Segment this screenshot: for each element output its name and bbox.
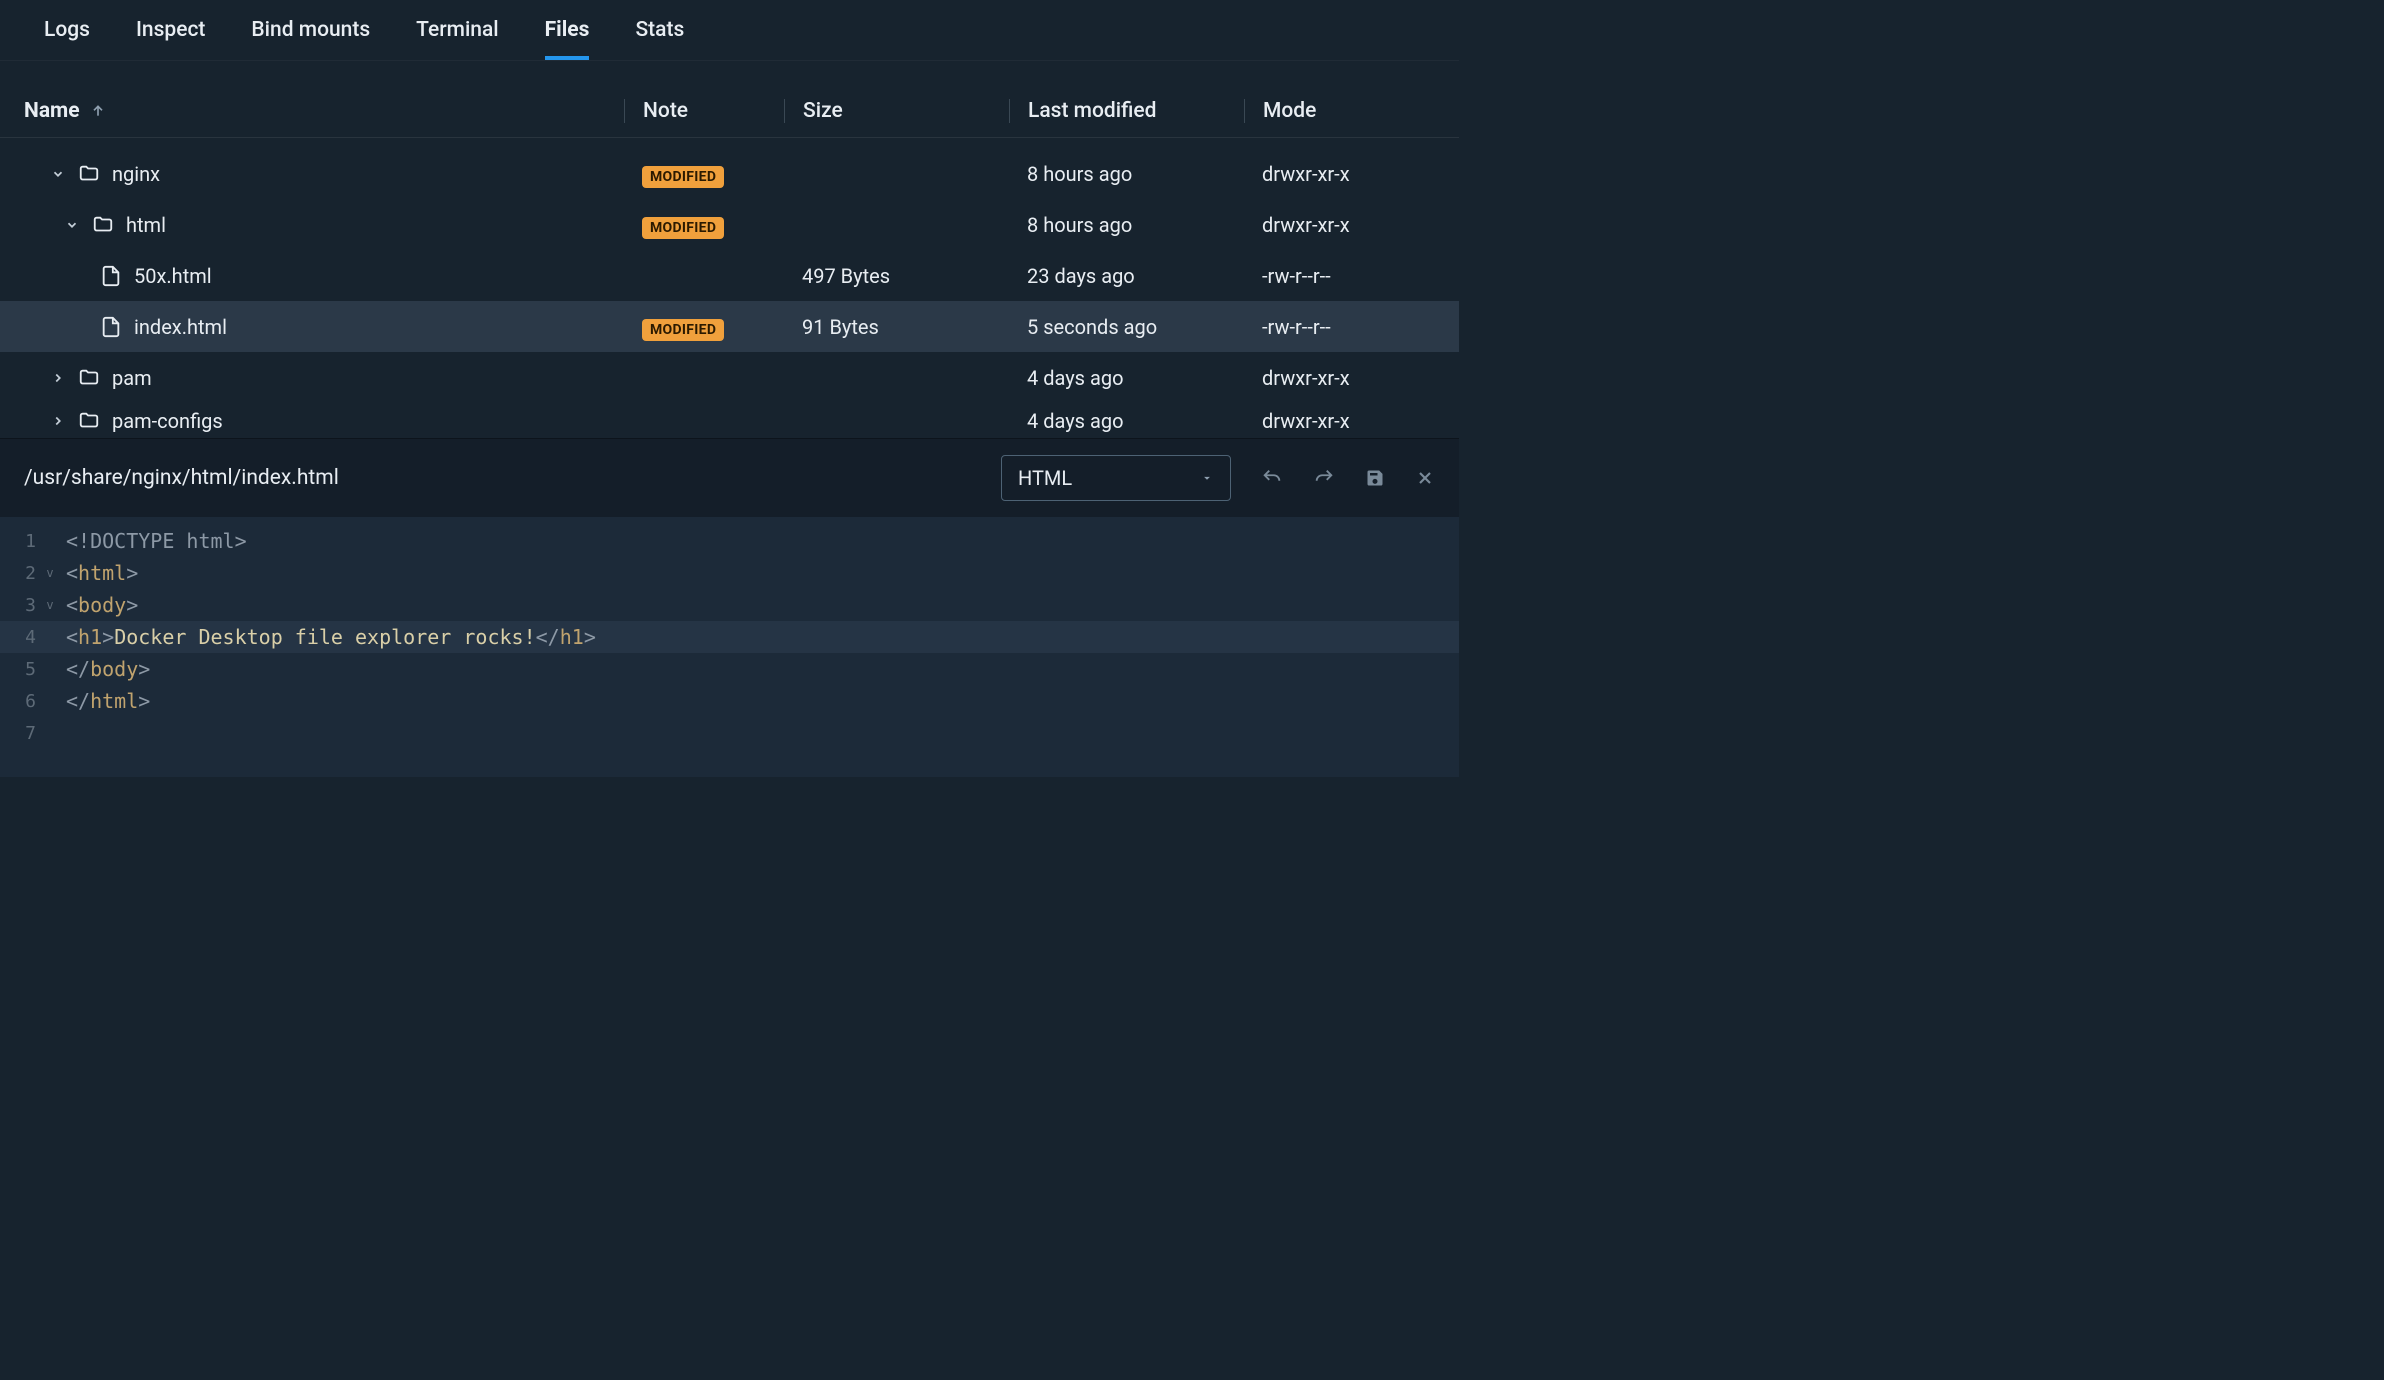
undo-icon[interactable] [1261, 467, 1283, 489]
file-mode: -rw-r--r-- [1244, 315, 1404, 339]
file-name: html [126, 213, 166, 237]
tab-files[interactable]: Files [545, 18, 590, 60]
code-editor[interactable]: 1 <!DOCTYPE html> 2 v <html> 3 v <body> … [0, 517, 1459, 777]
table-row[interactable] [0, 138, 1459, 148]
modified-badge: MODIFIED [642, 217, 724, 239]
folder-icon [78, 163, 100, 185]
folder-icon [92, 214, 114, 236]
file-size: 91 Bytes [784, 315, 1009, 339]
file-mode: drwxr-xr-x [1244, 366, 1404, 390]
tab-inspect[interactable]: Inspect [136, 18, 205, 60]
fold-icon[interactable]: v [42, 598, 58, 612]
tab-bar: Logs Inspect Bind mounts Terminal Files … [0, 0, 1459, 61]
column-size[interactable]: Size [784, 99, 1009, 123]
file-name: 50x.html [134, 264, 212, 288]
language-select[interactable]: HTML [1001, 455, 1231, 501]
table-row[interactable]: pam-configs 4 days ago drwxr-xr-x [0, 403, 1459, 438]
language-select-value: HTML [1018, 466, 1072, 490]
file-modified: 23 days ago [1009, 264, 1244, 288]
line-number: 3 [0, 595, 42, 616]
file-list: nginx MODIFIED 8 hours ago drwxr-xr-x ht… [0, 138, 1459, 438]
file-modified: 8 hours ago [1009, 162, 1244, 186]
file-modified: 8 hours ago [1009, 213, 1244, 237]
chevron-right-icon[interactable] [50, 371, 66, 385]
modified-badge: MODIFIED [642, 166, 724, 188]
folder-icon [78, 367, 100, 389]
modified-badge: MODIFIED [642, 319, 724, 341]
chevron-down-icon[interactable] [64, 218, 80, 232]
tab-stats[interactable]: Stats [635, 18, 684, 60]
folder-icon [78, 410, 100, 432]
editor-file-path: /usr/share/nginx/html/index.html [24, 466, 339, 490]
close-icon[interactable] [1415, 468, 1435, 488]
file-name: index.html [134, 315, 227, 339]
line-number: 1 [0, 531, 42, 552]
code-token: <!DOCTYPE html> [66, 529, 247, 553]
dropdown-icon [1200, 471, 1214, 485]
file-modified: 4 days ago [1009, 409, 1244, 433]
file-table-header: Name Note Size Last modified Mode [0, 61, 1459, 138]
column-modified[interactable]: Last modified [1009, 99, 1244, 123]
file-name: nginx [112, 162, 160, 186]
tab-bind-mounts[interactable]: Bind mounts [251, 18, 370, 60]
file-mode: drwxr-xr-x [1244, 213, 1404, 237]
save-icon[interactable] [1365, 468, 1385, 488]
line-number: 6 [0, 691, 42, 712]
file-mode: drwxr-xr-x [1244, 409, 1404, 433]
column-mode[interactable]: Mode [1244, 99, 1404, 123]
redo-icon[interactable] [1313, 467, 1335, 489]
line-number: 2 [0, 563, 42, 584]
chevron-right-icon[interactable] [50, 414, 66, 428]
file-size: 497 Bytes [784, 264, 1009, 288]
column-note[interactable]: Note [624, 99, 784, 123]
line-number: 7 [0, 723, 42, 744]
tab-logs[interactable]: Logs [44, 18, 90, 60]
table-row[interactable]: 50x.html 497 Bytes 23 days ago -rw-r--r-… [0, 250, 1459, 301]
file-modified: 5 seconds ago [1009, 315, 1244, 339]
table-row[interactable]: pam 4 days ago drwxr-xr-x [0, 352, 1459, 403]
line-number: 5 [0, 659, 42, 680]
column-name-label: Name [24, 99, 80, 123]
table-row[interactable]: html MODIFIED 8 hours ago drwxr-xr-x [0, 199, 1459, 250]
file-name: pam [112, 366, 152, 390]
fold-icon[interactable]: v [42, 566, 58, 580]
file-name [90, 138, 95, 148]
chevron-down-icon[interactable] [50, 167, 66, 181]
file-modified: 4 days ago [1009, 366, 1244, 390]
table-row[interactable]: nginx MODIFIED 8 hours ago drwxr-xr-x [0, 148, 1459, 199]
file-icon [100, 316, 122, 338]
sort-asc-icon [90, 103, 106, 119]
tab-terminal[interactable]: Terminal [416, 18, 499, 60]
file-icon [100, 265, 122, 287]
file-name: pam-configs [112, 409, 223, 433]
table-row[interactable]: index.html MODIFIED 91 Bytes 5 seconds a… [0, 301, 1459, 352]
column-name[interactable]: Name [24, 99, 624, 123]
file-mode: drwxr-xr-x [1244, 162, 1404, 186]
file-mode: -rw-r--r-- [1244, 264, 1404, 288]
editor-toolbar: /usr/share/nginx/html/index.html HTML [0, 438, 1459, 517]
line-number: 4 [0, 627, 42, 648]
